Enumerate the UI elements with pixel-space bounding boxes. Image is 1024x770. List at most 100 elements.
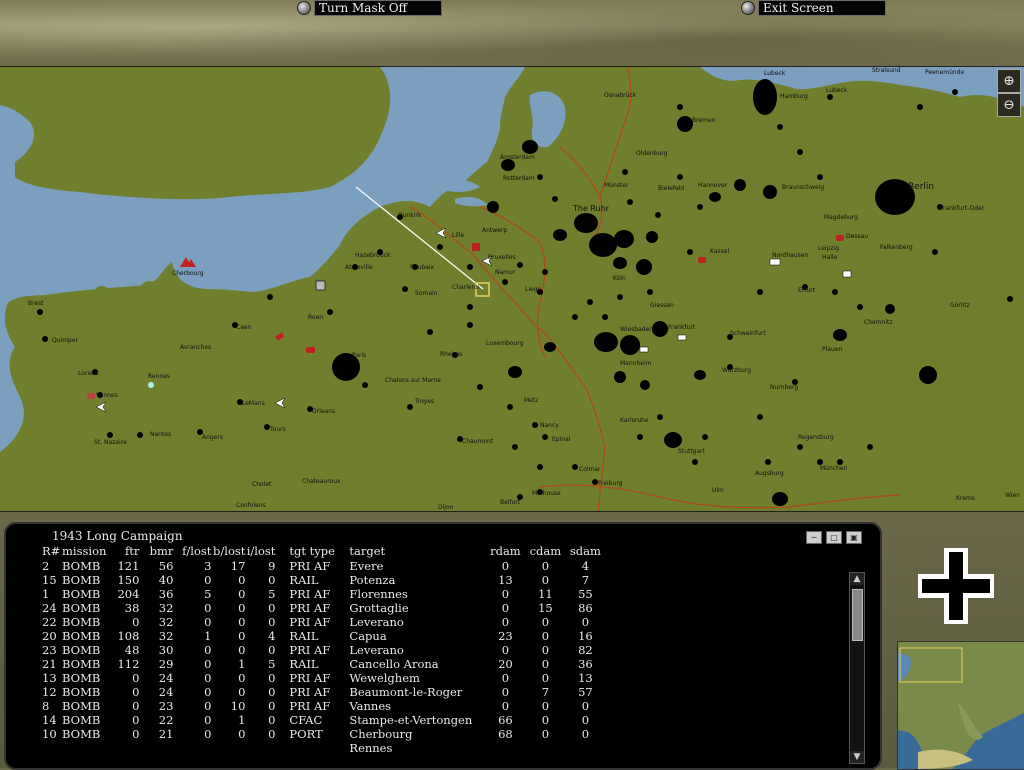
table-row[interactable]: 15 BOMB 150 40 0 0 0 RAIL Potenza 13 0 7: [6, 573, 605, 587]
col-mission[interactable]: mission: [62, 544, 106, 559]
table-row[interactable]: 8 BOMB 0 23 0 10 0 PRI AF Vannes 0 0 0: [6, 699, 605, 713]
cell-flost: 0: [204, 727, 212, 741]
col-cdam[interactable]: cdam: [525, 544, 565, 559]
cell-r: 14: [42, 713, 57, 727]
table-row[interactable]: 22 BOMB 0 32 0 0 0 PRI AF Leverano 0 0 0: [6, 615, 605, 629]
restore-icon[interactable]: ▢: [826, 531, 842, 544]
magnifier-minus-icon[interactable]: ⊖: [997, 93, 1021, 117]
cell-blost: 10: [230, 699, 246, 713]
top-bar: Turn Mask Off Exit Screen: [0, 0, 1024, 66]
label-oldenburg: Oldenburg: [636, 150, 668, 157]
label-ruhr: The Ruhr: [572, 204, 610, 213]
cell-cdam: 7: [541, 685, 550, 699]
col-blost[interactable]: b/lost: [211, 544, 245, 559]
table-row[interactable]: 2 BOMB 121 56 3 17 9 PRI AF Evere 0 0 4: [6, 559, 605, 573]
map-canvas[interactable]: Lubeck Stralsund Peenemünde Hamburg Lube…: [0, 67, 1024, 512]
scroll-up-icon[interactable]: ▲: [850, 573, 864, 585]
cell-rdam: [485, 741, 525, 755]
cell-ilost: 0: [268, 713, 276, 727]
minimize-icon[interactable]: ─: [806, 531, 822, 544]
cell-cdam: [525, 741, 565, 755]
turn-mask-off-button[interactable]: Turn Mask Off: [297, 0, 442, 16]
col-rdam[interactable]: rdam: [485, 544, 525, 559]
knob-icon: [741, 1, 755, 15]
table-row[interactable]: 20 BOMB 108 32 1 0 4 RAIL Capua 23 0 16: [6, 629, 605, 643]
label-troyes: Troyes: [414, 398, 434, 405]
exit-screen-label: Exit Screen: [758, 0, 886, 16]
cell-target: Potenza: [349, 573, 396, 587]
cell-ftr: 204: [117, 587, 140, 601]
label-abbeville: Abbeville: [345, 264, 373, 271]
table-row[interactable]: Rennes: [6, 741, 605, 755]
col-sdam[interactable]: sdam: [565, 544, 605, 559]
col-tgt-type[interactable]: tgt type: [275, 544, 349, 559]
cell-r: 10: [42, 727, 57, 741]
table-row[interactable]: 14 BOMB 0 22 0 1 0 CFAC Stampe-et-Vertongen 66 0 0: [6, 713, 605, 727]
cell-mission: BOMB: [62, 629, 101, 643]
cell-blost: 1: [238, 657, 246, 671]
cell-rdam: 0: [501, 685, 510, 699]
table-row[interactable]: 10 BOMB 0 21 0 0 0 PORT Cherbourg 68 0 0: [6, 727, 605, 741]
table-row[interactable]: 24 BOMB 38 32 0 0 0 PRI AF Grottaglie 0 15 86: [6, 601, 605, 615]
cell-cdam: 0: [541, 643, 550, 657]
magnifier-plus-icon[interactable]: ⊕: [997, 69, 1021, 93]
label-colmar: Colmar: [579, 466, 601, 473]
label-paris: Paris: [352, 352, 366, 359]
cell-blost: 0: [238, 573, 246, 587]
cell-ilost: 9: [268, 559, 276, 573]
maximize-icon[interactable]: ▣: [846, 531, 862, 544]
label-hamburg: Hamburg: [780, 93, 808, 100]
cell-ilost: 0: [268, 615, 276, 629]
label-koln: Köln: [613, 275, 626, 282]
cell-mission: BOMB: [62, 727, 101, 741]
results-scrollbar[interactable]: ▲ ▼: [849, 572, 865, 764]
table-row[interactable]: 13 BOMB 0 24 0 0 0 PRI AF Wewelghem 0 0 13: [6, 671, 605, 685]
label-magdeburg: Magdeburg: [824, 214, 858, 221]
col-flost[interactable]: f/lost: [173, 544, 211, 559]
label-mannheim: Mannheim: [620, 360, 652, 367]
cell-flost: [173, 741, 211, 755]
cell-bmr: [139, 741, 173, 755]
label-plauen: Plauen: [822, 346, 842, 353]
label-erfurt: Erfurt: [798, 287, 816, 294]
overview-minimap[interactable]: [897, 641, 1024, 770]
cell-r: 24: [42, 601, 57, 615]
col-r[interactable]: R#: [6, 544, 62, 559]
cell-blost: 0: [238, 601, 246, 615]
label-falkenberg: Falkenberg: [880, 244, 913, 251]
table-row[interactable]: 23 BOMB 48 30 0 0 0 PRI AF Leverano 0 0 82: [6, 643, 605, 657]
col-target[interactable]: target: [349, 544, 485, 559]
cell-ftr: 0: [132, 727, 140, 741]
label-cholet: Cholet: [252, 481, 272, 488]
cell-rdam: 13: [498, 573, 513, 587]
scroll-thumb[interactable]: [852, 589, 863, 641]
label-wurzburg: Wurzburg: [722, 367, 751, 374]
scroll-down-icon[interactable]: ▼: [850, 751, 864, 763]
label-luxembourg: Luxembourg: [486, 340, 524, 347]
cell-ftr: 0: [132, 615, 140, 629]
col-ftr[interactable]: ftr: [106, 544, 139, 559]
exit-screen-button[interactable]: Exit Screen: [741, 0, 886, 16]
label-saintnazaire: St. Nazaire: [94, 439, 127, 446]
cell-tgt-type: PRI AF: [289, 587, 331, 601]
cell-target: Capua: [349, 629, 387, 643]
table-row[interactable]: 12 BOMB 0 24 0 0 0 PRI AF Beaumont-le-Roger 0 7 57: [6, 685, 605, 699]
table-row[interactable]: 21 BOMB 112 29 0 1 5 RAIL Cancello Arona 20 0 36: [6, 657, 605, 671]
label-regensburg: Regensburg: [798, 434, 834, 441]
cell-sdam: 86: [578, 601, 593, 615]
cell-ilost: [245, 741, 275, 755]
cell-flost: 0: [204, 685, 212, 699]
label-rennes: Rennes: [148, 373, 170, 380]
cell-rdam: 0: [501, 671, 510, 685]
campaign-map[interactable]: Lubeck Stralsund Peenemünde Hamburg Lube…: [0, 66, 1024, 512]
label-brest: Brest: [28, 300, 44, 307]
col-bmr[interactable]: bmr: [139, 544, 174, 559]
label-lemans: LeMans: [242, 400, 265, 407]
cell-rdam: 23: [498, 629, 513, 643]
table-row[interactable]: 1 BOMB 204 36 5 0 5 PRI AF Florennes 0 11 55: [6, 587, 605, 601]
cell-rdam: 0: [501, 643, 510, 657]
cell-target: Rennes: [349, 741, 393, 755]
col-ilost[interactable]: i/lost: [245, 544, 276, 559]
cell-r: 13: [42, 671, 57, 685]
cell-cdam: 0: [541, 699, 550, 713]
